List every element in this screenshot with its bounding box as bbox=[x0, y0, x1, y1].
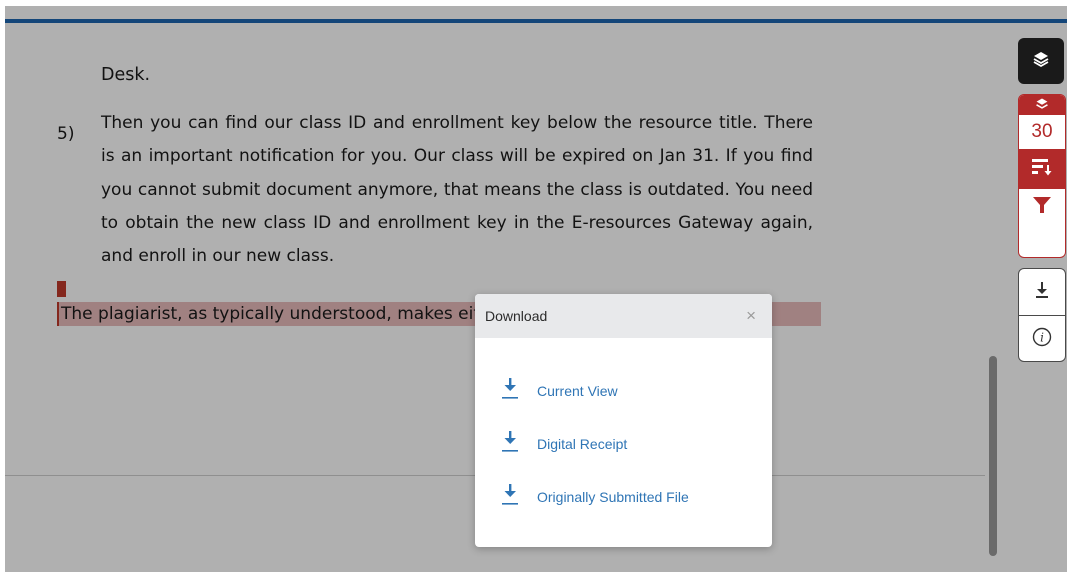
sort-button[interactable] bbox=[1019, 149, 1065, 189]
info-button[interactable]: i bbox=[1019, 315, 1065, 361]
download-button[interactable] bbox=[1019, 269, 1065, 315]
scrollbar-thumb[interactable] bbox=[989, 356, 997, 556]
similarity-panel: 30 bbox=[1018, 94, 1066, 258]
layers-icon bbox=[1035, 96, 1049, 115]
filter-icon bbox=[1032, 196, 1052, 218]
filter-button[interactable] bbox=[1019, 189, 1065, 224]
modal-header: Download × bbox=[475, 294, 772, 338]
layers-button[interactable] bbox=[1018, 38, 1064, 84]
utility-panel: i bbox=[1018, 268, 1066, 362]
match-count[interactable]: 30 bbox=[1019, 115, 1065, 149]
current-view-label[interactable]: Current View bbox=[537, 383, 618, 399]
download-modal: Download × Current View Digital Receipt … bbox=[475, 294, 772, 547]
info-icon: i bbox=[1032, 327, 1052, 351]
download-digital-receipt-option[interactable]: Digital Receipt bbox=[475, 417, 772, 470]
download-icon bbox=[499, 377, 521, 404]
layers-icon bbox=[1032, 50, 1050, 72]
download-icon bbox=[1034, 281, 1050, 303]
download-icon bbox=[499, 430, 521, 457]
close-button[interactable]: × bbox=[746, 306, 756, 326]
sort-icon bbox=[1031, 157, 1053, 181]
digital-receipt-label[interactable]: Digital Receipt bbox=[537, 436, 627, 452]
download-original-file-option[interactable]: Originally Submitted File bbox=[475, 470, 772, 523]
similarity-layers-button[interactable] bbox=[1019, 95, 1065, 115]
modal-body: Current View Digital Receipt Originally … bbox=[475, 338, 772, 523]
svg-text:i: i bbox=[1040, 331, 1044, 345]
download-icon bbox=[499, 483, 521, 510]
modal-title: Download bbox=[485, 308, 548, 324]
download-current-view-option[interactable]: Current View bbox=[475, 364, 772, 417]
originally-submitted-file-label[interactable]: Originally Submitted File bbox=[537, 489, 689, 505]
